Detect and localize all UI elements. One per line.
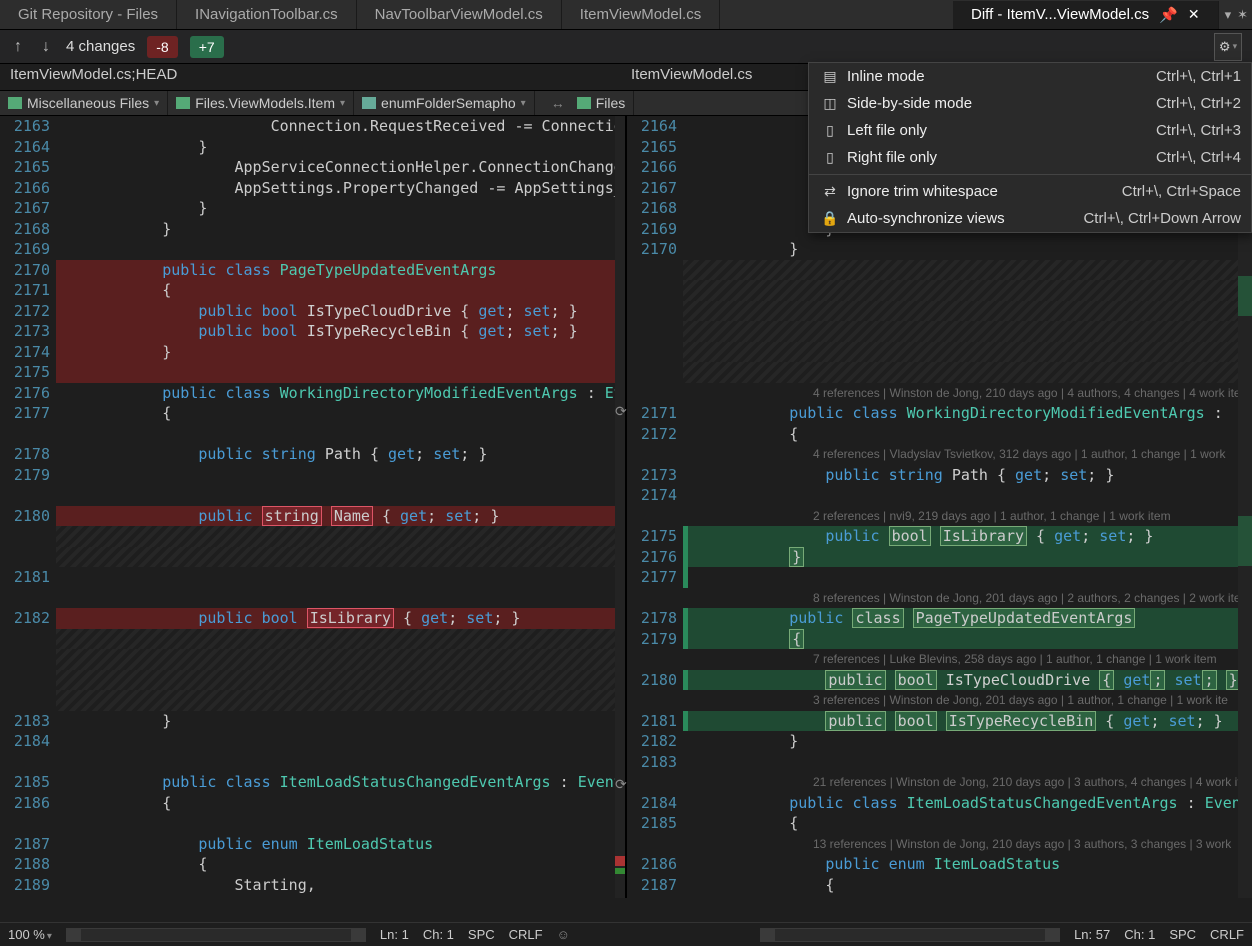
status-line-r[interactable]: Ln: 57: [1074, 927, 1110, 942]
tab-diff-itemvm[interactable]: Diff - ItemV...ViewModel.cs 📌 ✕: [953, 1, 1219, 29]
right-minimap[interactable]: [1238, 116, 1252, 898]
status-eol[interactable]: CRLF: [509, 927, 543, 942]
status-col-r[interactable]: Ch: 1: [1124, 927, 1155, 942]
diff-panes: 2163216421652166216721682169217021712172…: [0, 116, 1252, 898]
menu-item-icon: ◫: [819, 95, 841, 112]
menu-item-label: Left file only: [841, 122, 1156, 139]
menu-item-label: Ignore trim whitespace: [841, 183, 1122, 200]
crumb-misc-files[interactable]: Miscellaneous Files▾: [0, 91, 168, 115]
prev-change-button[interactable]: ↑: [10, 38, 26, 56]
menu-item-icon: ▯: [819, 122, 841, 139]
left-h-scrollbar[interactable]: [66, 928, 366, 942]
menu-item[interactable]: ◫Side-by-side modeCtrl+\, Ctrl+2: [809, 90, 1251, 117]
tab-navtoolbarvm[interactable]: NavToolbarViewModel.cs: [357, 0, 562, 29]
menu-separator: [809, 174, 1251, 175]
dropdown-icon[interactable]: ▾: [1225, 7, 1232, 23]
changes-bar: ↑ ↓ 4 changes -8 +7 ⚙▾: [0, 30, 1252, 64]
status-indent-r[interactable]: SPC: [1169, 927, 1196, 942]
status-indent[interactable]: SPC: [468, 927, 495, 942]
crumb-right-files[interactable]: Files: [569, 91, 635, 115]
right-h-scrollbar[interactable]: [760, 928, 1060, 942]
status-eol-r[interactable]: CRLF: [1210, 927, 1244, 942]
menu-item-shortcut: Ctrl+\, Ctrl+1: [1156, 68, 1241, 85]
menu-item-icon: ▯: [819, 149, 841, 166]
left-pane[interactable]: 2163216421652166216721682169217021712172…: [0, 116, 627, 898]
menu-item-icon: ⇄: [819, 183, 841, 200]
right-pane[interactable]: 2164216521662167216821692170217121722173…: [627, 116, 1252, 898]
window-settings-icon[interactable]: ✶: [1237, 7, 1248, 23]
tab-inavtoolbar[interactable]: INavigationToolbar.cs: [177, 0, 357, 29]
zoom-level[interactable]: 100 %▾: [8, 927, 52, 942]
menu-item-icon: ▤: [819, 68, 841, 85]
left-file-path: ItemViewModel.cs;HEAD: [10, 66, 621, 88]
menu-item-label: Inline mode: [841, 68, 1156, 85]
menu-item-shortcut: Ctrl+\, Ctrl+3: [1156, 122, 1241, 139]
sync-marker-icon: ⟳: [615, 776, 627, 793]
removed-badge: -8: [147, 36, 177, 58]
menu-item-label: Side-by-side mode: [841, 95, 1156, 112]
menu-item[interactable]: ▤Inline modeCtrl+\, Ctrl+1: [809, 63, 1251, 90]
menu-item-shortcut: Ctrl+\, Ctrl+Down Arrow: [1083, 210, 1241, 227]
menu-item[interactable]: ▯Left file onlyCtrl+\, Ctrl+3: [809, 117, 1251, 144]
crumb-member[interactable]: enumFolderSemapho▾: [354, 91, 535, 115]
menu-item-icon: 🔒: [819, 210, 841, 227]
tab-itemvm[interactable]: ItemViewModel.cs: [562, 0, 720, 29]
diff-settings-button[interactable]: ⚙▾: [1214, 33, 1242, 61]
feedback-icon[interactable]: ☺: [557, 927, 570, 942]
diff-view-menu: ▤Inline modeCtrl+\, Ctrl+1◫Side-by-side …: [808, 62, 1252, 233]
field-icon: [362, 97, 376, 109]
menu-item[interactable]: ⇄Ignore trim whitespaceCtrl+\, Ctrl+Spac…: [809, 178, 1251, 205]
left-line-gutter: 2163216421652166216721682169217021712172…: [0, 116, 56, 898]
next-change-button[interactable]: ↓: [38, 38, 54, 56]
status-bar: 100 %▾ Ln: 1 Ch: 1 SPC CRLF ☺ Ln: 57 Ch:…: [0, 922, 1252, 946]
status-col[interactable]: Ch: 1: [423, 927, 454, 942]
right-line-gutter: 2164216521662167216821692170217121722173…: [627, 116, 683, 898]
menu-item-shortcut: Ctrl+\, Ctrl+Space: [1122, 183, 1241, 200]
menu-item-label: Auto-synchronize views: [841, 210, 1083, 227]
csharp-icon: [577, 97, 591, 109]
split-handle-icon[interactable]: ↔: [547, 95, 569, 111]
menu-item[interactable]: 🔒Auto-synchronize viewsCtrl+\, Ctrl+Down…: [809, 205, 1251, 232]
crumb-namespace[interactable]: Files.ViewModels.Item▾: [168, 91, 354, 115]
csharp-icon: [8, 97, 22, 109]
close-icon[interactable]: ✕: [1188, 6, 1200, 23]
left-code-area[interactable]: Connection.RequestReceived -= Connection…: [56, 116, 625, 898]
right-code-area[interactable]: } }4 references | Winston de Jong, 210 d…: [683, 116, 1252, 898]
changes-count: 4 changes: [66, 38, 135, 55]
menu-item-label: Right file only: [841, 149, 1156, 166]
tab-bar: Git Repository - Files INavigationToolba…: [0, 0, 1252, 30]
added-badge: +7: [190, 36, 224, 58]
sync-marker-icon: ⟳: [615, 403, 627, 420]
pin-icon[interactable]: 📌: [1159, 6, 1178, 24]
gear-icon: ⚙: [1219, 39, 1231, 55]
menu-item-shortcut: Ctrl+\, Ctrl+2: [1156, 95, 1241, 112]
menu-item-shortcut: Ctrl+\, Ctrl+4: [1156, 149, 1241, 166]
namespace-icon: [176, 97, 190, 109]
status-line[interactable]: Ln: 1: [380, 927, 409, 942]
tab-git-repo[interactable]: Git Repository - Files: [0, 0, 177, 29]
menu-item[interactable]: ▯Right file onlyCtrl+\, Ctrl+4: [809, 144, 1251, 171]
